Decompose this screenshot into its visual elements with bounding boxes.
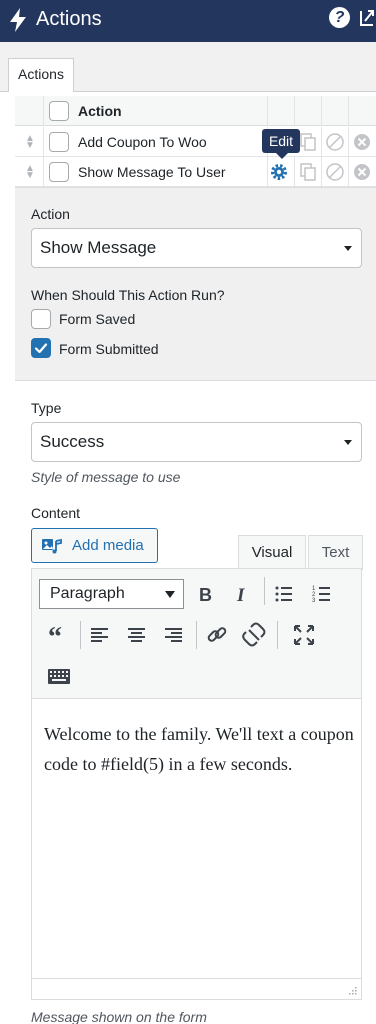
editor-statusbar: [32, 978, 361, 999]
column-action: Action: [78, 103, 122, 119]
chevron-down-icon: [344, 246, 352, 251]
form-saved-checkbox[interactable]: [31, 309, 51, 329]
form-saved-label: Form Saved: [59, 311, 136, 327]
svg-text:I: I: [236, 585, 245, 606]
action-select[interactable]: Show Message: [31, 228, 362, 268]
drag-handle-icon[interactable]: ▲ ▼: [25, 164, 35, 181]
editor-body[interactable]: Welcome to the family. We'll text a coup…: [44, 719, 354, 779]
numbered-list-icon[interactable]: 123: [309, 580, 337, 608]
disable-icon[interactable]: [325, 132, 345, 152]
action-select-value: Show Message: [40, 238, 157, 257]
align-right-icon[interactable]: [160, 621, 188, 649]
bolt-icon: [10, 8, 26, 32]
content-help-text: Message shown on the form: [31, 1009, 207, 1024]
form-submitted-checkbox[interactable]: [31, 338, 51, 358]
row-checkbox[interactable]: [49, 162, 69, 182]
page-title: Actions: [36, 8, 102, 30]
add-media-button[interactable]: Add media: [31, 528, 158, 563]
checkmark-icon: [34, 343, 48, 354]
action-field-label: Action: [31, 206, 70, 222]
help-icon[interactable]: ?: [329, 7, 350, 28]
type-select-value: Success: [40, 432, 105, 451]
link-icon[interactable]: [203, 621, 231, 649]
chevron-down-icon: [165, 591, 175, 598]
delete-icon[interactable]: [352, 162, 372, 182]
unlink-icon[interactable]: [240, 621, 268, 649]
tab-visual[interactable]: Visual: [238, 535, 306, 570]
align-center-icon[interactable]: [123, 621, 151, 649]
svg-text:B: B: [199, 585, 212, 605]
delete-icon[interactable]: [352, 132, 372, 152]
chevron-down-icon: [344, 440, 352, 445]
form-submitted-label: Form Submitted: [59, 341, 159, 357]
type-select[interactable]: Success: [31, 422, 362, 462]
tab-actions[interactable]: Actions: [8, 58, 74, 92]
blockquote-icon[interactable]: “: [46, 621, 74, 649]
media-icon: [42, 538, 62, 554]
duplicate-icon[interactable]: [298, 162, 318, 182]
duplicate-icon[interactable]: [298, 132, 318, 152]
align-left-icon[interactable]: [86, 621, 114, 649]
bold-icon[interactable]: B: [192, 580, 220, 608]
format-select[interactable]: Paragraph: [39, 579, 184, 609]
italic-icon[interactable]: I: [228, 580, 256, 608]
drag-handle-icon[interactable]: ▲ ▼: [25, 134, 35, 151]
content-editor: Paragraph B I 123 “ Welcome to the famil…: [31, 568, 362, 1000]
content-field-label: Content: [31, 505, 81, 521]
edit-tooltip: Edit: [262, 129, 300, 159]
table-row[interactable]: ▲ ▼ Show Message To User: [15, 157, 376, 187]
disable-icon[interactable]: [325, 162, 345, 182]
type-field-label: Type: [31, 400, 62, 416]
table-row[interactable]: ▲ ▼ Add Coupon To Woo: [15, 127, 376, 157]
format-select-value: Paragraph: [50, 585, 125, 602]
type-help-text: Style of message to use: [31, 469, 181, 485]
fullscreen-icon[interactable]: [290, 621, 318, 649]
tab-text[interactable]: Text: [308, 535, 363, 570]
bullet-list-icon[interactable]: [271, 580, 299, 608]
when-label: When Should This Action Run?: [31, 287, 225, 303]
svg-text:3: 3: [312, 598, 316, 604]
expand-icon[interactable]: [359, 7, 375, 27]
add-media-label: Add media: [72, 537, 144, 554]
app-header: Actions ?: [0, 0, 376, 42]
svg-text:“: “: [48, 622, 62, 649]
row-checkbox[interactable]: [49, 132, 69, 152]
gear-icon[interactable]: [269, 162, 289, 182]
editor-toolbar: Paragraph B I 123 “: [32, 569, 361, 699]
action-name[interactable]: Show Message To User: [78, 164, 226, 180]
select-all-checkbox[interactable]: [49, 101, 69, 121]
toolbar-toggle-icon[interactable]: [45, 662, 73, 690]
action-name[interactable]: Add Coupon To Woo: [78, 134, 207, 150]
table-header: Action: [15, 96, 376, 126]
resize-handle-icon[interactable]: [347, 985, 357, 995]
